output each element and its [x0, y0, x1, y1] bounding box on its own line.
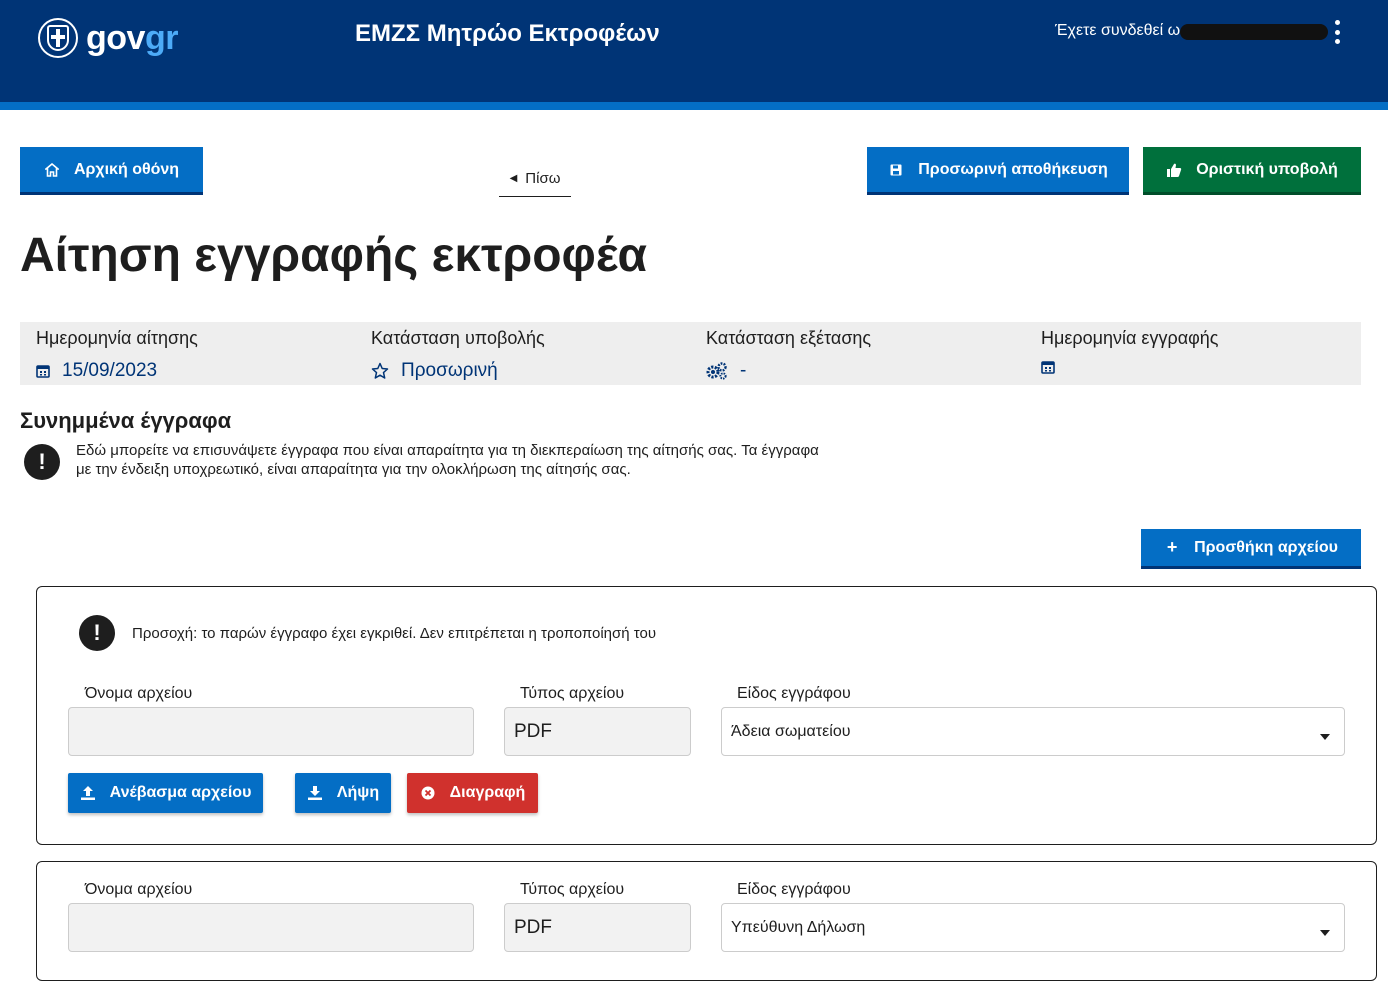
- chevron-left-icon: ◀: [509, 172, 518, 184]
- application-date-value-row: 15/09/2023: [36, 360, 157, 382]
- application-date-label: Ημερομηνία αίτησης: [36, 328, 198, 348]
- home-icon: [44, 162, 60, 178]
- download-label: Λήψη: [336, 784, 380, 801]
- back-link[interactable]: ◀ Πίσω: [499, 160, 571, 197]
- download-button[interactable]: Λήψη: [295, 773, 391, 813]
- attachments-title: Συνημμένα έγγραφα: [20, 408, 232, 433]
- greek-seal-icon: [38, 18, 78, 58]
- more-options-icon[interactable]: [1332, 20, 1342, 44]
- upload-file-label: Ανέβασμα αρχείου: [109, 784, 252, 801]
- star-icon: [371, 362, 389, 380]
- exclamation-icon: !: [24, 444, 60, 480]
- add-file-button[interactable]: + Προσθήκη αρχείου: [1141, 529, 1361, 569]
- doc-type-select[interactable]: Υπεύθυνη Δήλωση: [721, 903, 1345, 952]
- top-header: govgr ΕΜΖΣ Μητρώο Εκτροφέων Έχετε συνδεθ…: [0, 0, 1388, 102]
- upload-icon: [80, 785, 96, 801]
- delete-button[interactable]: Διαγραφή: [407, 773, 538, 813]
- doc-type-label: Είδος εγγράφου: [737, 881, 851, 898]
- header-stripe: [0, 102, 1388, 110]
- submission-status-value: Προσωρινή: [401, 360, 498, 381]
- file-type-label: Τύπος αρχείου: [520, 685, 625, 702]
- file-name-label: Όνομα αρχείου: [85, 881, 193, 898]
- application-date-value: 15/09/2023: [62, 360, 158, 381]
- download-icon: [307, 785, 323, 801]
- registration-date-label: Ημερομηνία εγγραφής: [1041, 328, 1219, 348]
- temporary-save-button[interactable]: Προσωρινή αποθήκευση: [867, 147, 1129, 195]
- home-button[interactable]: Αρχική οθόνη: [20, 147, 203, 195]
- logo-text: govgr: [86, 18, 178, 57]
- calendar-icon: [36, 364, 50, 378]
- back-link-label: Πίσω: [525, 169, 561, 187]
- final-submit-label: Οριστική υποβολή: [1196, 160, 1338, 178]
- doc-type-label: Είδος εγγράφου: [737, 685, 851, 702]
- review-status-column: Κατάσταση εξέτασης -: [690, 322, 1025, 385]
- thumbs-up-icon: [1166, 162, 1182, 178]
- doc-type-selected-value: Άδεια σωματείου: [731, 722, 851, 740]
- page-title: Αίτηση εγγραφής εκτροφέα: [20, 229, 648, 282]
- registration-date-value-row: [1041, 360, 1067, 374]
- plus-icon: +: [1166, 537, 1178, 557]
- approved-warning: Προσοχή: το παρών έγγραφο έχει εγκριθεί.…: [132, 625, 657, 642]
- floppy-disk-icon: [888, 162, 904, 178]
- add-file-label: Προσθήκη αρχείου: [1194, 538, 1338, 556]
- calendar-icon: [1041, 360, 1055, 374]
- file-name-field[interactable]: [68, 903, 474, 952]
- chevron-down-icon: [1320, 930, 1330, 936]
- chevron-down-icon: [1320, 734, 1330, 740]
- file-type-field[interactable]: PDF: [504, 707, 691, 756]
- application-info-bar: Ημερομηνία αίτησης 15/09/2023 Κατάσταση …: [20, 322, 1361, 385]
- submission-status-column: Κατάσταση υποβολής Προσωρινή: [355, 322, 690, 385]
- attachments-notice: Εδώ μπορείτε να επισυνάψετε έγγραφα που …: [76, 442, 819, 478]
- govgr-logo[interactable]: govgr: [38, 18, 178, 58]
- redacted-username: [1180, 24, 1328, 40]
- gears-icon: [706, 362, 728, 380]
- review-status-value-row: -: [706, 360, 746, 382]
- doc-type-select[interactable]: Άδεια σωματείου: [721, 707, 1345, 756]
- user-label: Έχετε συνδεθεί ως: [1055, 22, 1188, 39]
- application-date-column: Ημερομηνία αίτησης 15/09/2023: [20, 322, 355, 385]
- review-status-value: -: [740, 360, 747, 381]
- file-type-field[interactable]: PDF: [504, 903, 691, 952]
- submission-status-label: Κατάσταση υποβολής: [371, 328, 545, 348]
- attachment-card: ! Προσοχή: το παρών έγγραφο έχει εγκριθε…: [36, 586, 1377, 845]
- review-status-label: Κατάσταση εξέτασης: [706, 328, 872, 348]
- doc-type-selected-value: Υπεύθυνη Δήλωση: [731, 918, 866, 936]
- registration-date-column: Ημερομηνία εγγραφής: [1025, 322, 1361, 385]
- final-submit-button[interactable]: Οριστική υποβολή: [1143, 147, 1361, 195]
- temporary-save-label: Προσωρινή αποθήκευση: [918, 160, 1108, 178]
- file-type-label: Τύπος αρχείου: [520, 881, 625, 898]
- attachment-card: Όνομα αρχείου Τύπος αρχείου PDF Είδος εγ…: [36, 861, 1377, 981]
- close-circle-icon: [420, 785, 436, 801]
- delete-label: Διαγραφή: [449, 784, 526, 801]
- file-name-label: Όνομα αρχείου: [85, 685, 193, 702]
- file-name-field[interactable]: [68, 707, 474, 756]
- submission-status-value-row: Προσωρινή: [371, 360, 498, 382]
- app-title: ΕΜΖΣ Μητρώο Εκτροφέων: [355, 20, 660, 47]
- exclamation-icon: !: [79, 615, 115, 651]
- upload-file-button[interactable]: Ανέβασμα αρχείου: [68, 773, 263, 813]
- home-button-label: Αρχική οθόνη: [73, 160, 180, 178]
